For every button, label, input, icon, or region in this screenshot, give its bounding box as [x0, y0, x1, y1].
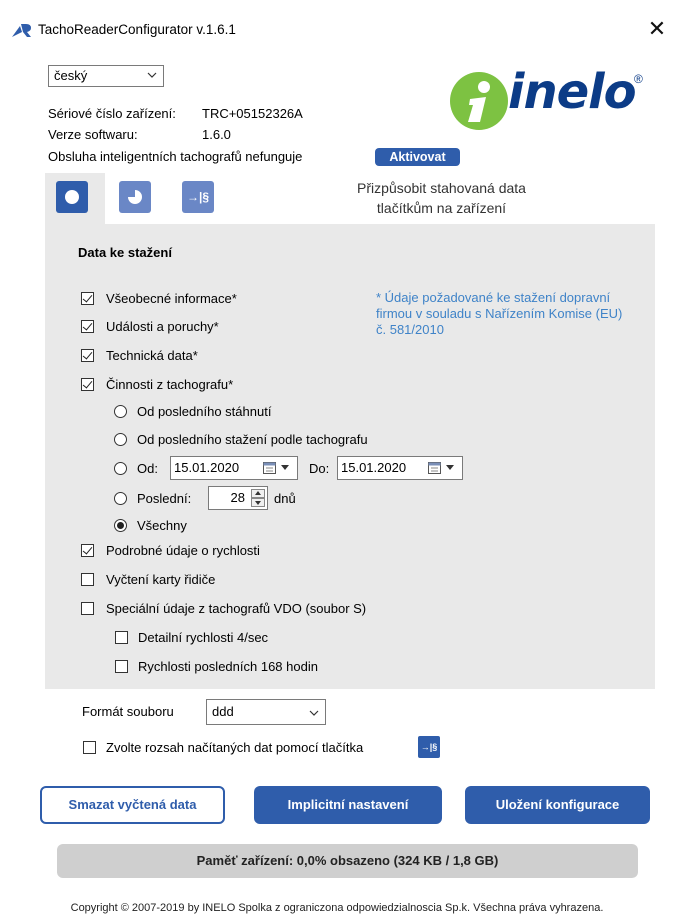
tab-custom-data[interactable]: →|§ — [182, 181, 214, 213]
label-events-faults: Události a poruchy* — [106, 319, 219, 334]
checkbox-speed-168h[interactable] — [115, 660, 128, 673]
activate-button[interactable]: Aktivovat — [375, 148, 460, 166]
days-value: 28 — [230, 490, 245, 505]
moon-icon — [128, 190, 142, 204]
radio-all[interactable] — [114, 519, 127, 532]
checkbox-activities[interactable] — [81, 378, 94, 391]
label-last: Poslední: — [137, 491, 192, 506]
checkbox-speed-details[interactable] — [81, 544, 94, 557]
from-date-picker[interactable]: 15.01.2020 — [170, 456, 298, 480]
checkbox-general-info[interactable] — [81, 292, 94, 305]
arrow-section-icon: →|§ — [418, 736, 440, 758]
label-since-last: Od posledního stáhnutí — [137, 404, 272, 419]
save-config-button[interactable]: Uložení konfigurace — [465, 786, 650, 824]
smart-tacho-status: Obsluha inteligentních tachografů nefung… — [48, 149, 303, 164]
label-from: Od: — [137, 461, 158, 476]
language-select[interactable]: český — [48, 65, 164, 87]
file-format-value: ddd — [212, 704, 234, 719]
checkbox-events-faults[interactable] — [81, 320, 94, 333]
checkbox-detailed-speed[interactable] — [115, 631, 128, 644]
label-speed-168h: Rychlosti posledních 168 hodin — [138, 659, 318, 674]
label-driver-card: Vyčtení karty řidiče — [106, 572, 216, 587]
serial-value: TRC+05152326A — [202, 106, 303, 121]
logo-wordmark: inelo — [508, 64, 637, 120]
logo-mark — [450, 72, 508, 130]
radio-last-days[interactable] — [114, 492, 127, 505]
copyright: Copyright © 2007-2019 by INELO Spolka z … — [70, 902, 604, 914]
chevron-down-icon — [309, 710, 319, 716]
file-format-label: Formát souboru — [82, 704, 174, 719]
radio-since-last-tacho[interactable] — [114, 433, 127, 446]
label-since-last-tacho: Od posledního stažení podle tachografu — [137, 432, 368, 447]
checkbox-technical-data[interactable] — [81, 349, 94, 362]
memory-status: Paměť zařízení: 0,0% obsazeno (324 KB / … — [57, 844, 638, 878]
label-range-by-button: Zvolte rozsah načítaných dat pomocí tlač… — [106, 740, 364, 755]
label-speed-details: Podrobné údaje o rychlosti — [106, 543, 260, 558]
version-value: 1.6.0 — [202, 127, 231, 142]
to-date-picker[interactable]: 15.01.2020 — [337, 456, 463, 480]
section-title: Data ke stažení — [78, 245, 172, 260]
chevron-down-icon — [446, 465, 454, 470]
label-to: Do: — [309, 461, 330, 476]
logo-registered-mark: ® — [634, 72, 643, 86]
label-activities: Činnosti z tachografu* — [106, 377, 234, 392]
calendar-icon — [263, 462, 276, 474]
radio-since-last[interactable] — [114, 405, 127, 418]
tab-description: Přizpůsobit stahovaná data tlačítkům na … — [357, 180, 526, 216]
chevron-down-icon — [281, 465, 289, 470]
checkbox-driver-card[interactable] — [81, 573, 94, 586]
days-stepper[interactable]: 28 — [208, 486, 268, 510]
version-label: Verze softwaru: — [48, 127, 138, 142]
label-general-info: Všeobecné informace* — [106, 291, 237, 306]
tab-all-data[interactable] — [56, 181, 88, 213]
stepper-up-icon[interactable] — [251, 489, 265, 498]
label-detailed-speed: Detailní rychlosti 4/sec — [138, 630, 269, 645]
close-icon[interactable]: ✕ — [645, 18, 669, 40]
window-title: TachoReaderConfigurator v.1.6.1 — [38, 22, 236, 37]
label-technical-data: Technická data* — [106, 348, 198, 363]
calendar-icon — [428, 462, 441, 474]
checkbox-range-by-button[interactable] — [83, 741, 96, 754]
logo-i-icon — [468, 81, 490, 122]
label-all: Všechny — [137, 518, 187, 533]
checkbox-vdo-special[interactable] — [81, 602, 94, 615]
app-icon — [12, 24, 31, 37]
language-value: český — [54, 68, 88, 83]
from-date-value: 15.01.2020 — [174, 460, 240, 475]
regulation-note: * Údaje požadované ke stažení dopravní f… — [376, 290, 623, 337]
arrow-section-icon: →|§ — [186, 190, 210, 204]
circle-icon — [65, 190, 79, 204]
label-days: dnů — [274, 491, 296, 506]
chevron-down-icon — [147, 72, 157, 78]
tab-partial-data[interactable] — [119, 181, 151, 213]
default-settings-button[interactable]: Implicitní nastavení — [254, 786, 442, 824]
label-vdo-special: Speciální údaje z tachografů VDO (soubor… — [106, 601, 367, 616]
clear-data-button[interactable]: Smazat vyčtená data — [40, 786, 225, 824]
to-date-value: 15.01.2020 — [341, 460, 407, 475]
stepper-down-icon[interactable] — [251, 498, 265, 507]
serial-label: Sériové číslo zařízení: — [48, 106, 176, 121]
file-format-select[interactable]: ddd — [206, 699, 326, 725]
radio-date-range[interactable] — [114, 462, 127, 475]
